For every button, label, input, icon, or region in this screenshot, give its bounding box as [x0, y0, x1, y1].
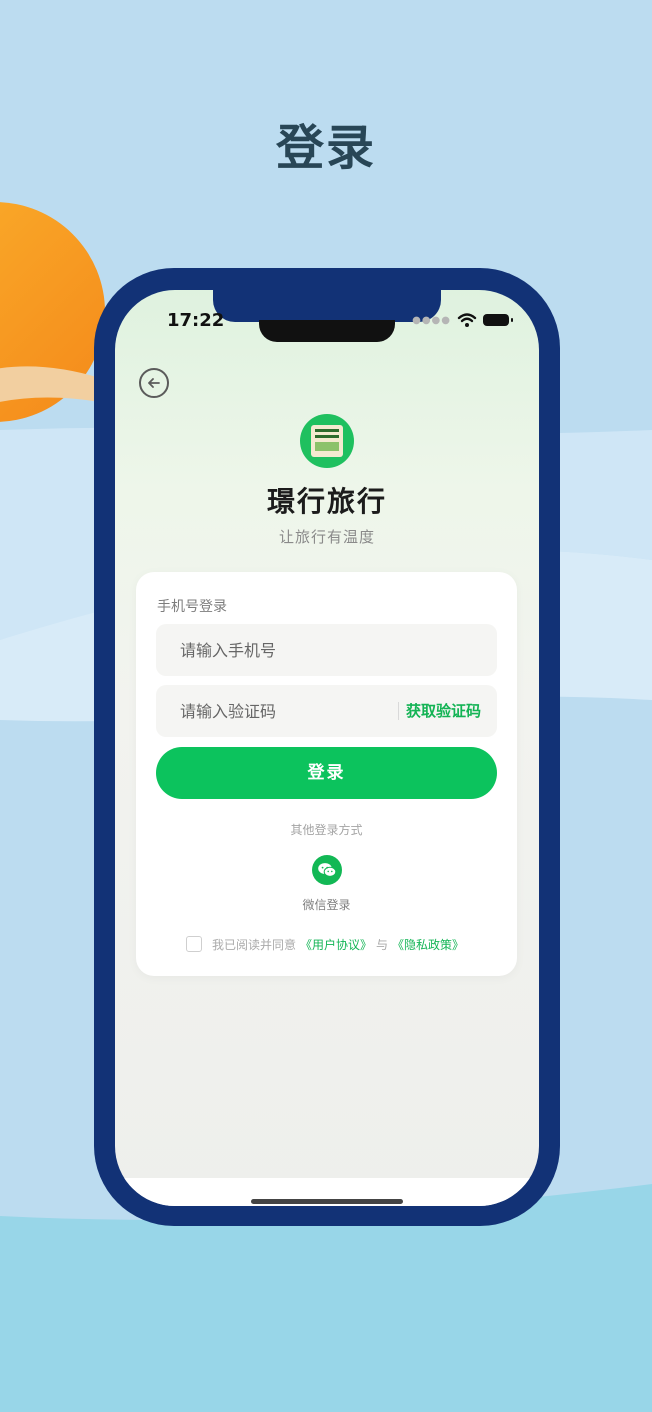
- privacy-policy-link[interactable]: 《隐私政策》: [392, 936, 464, 953]
- back-arrow-icon: [148, 378, 160, 388]
- phone-input[interactable]: [156, 624, 400, 676]
- user-agreement-link[interactable]: 《用户协议》: [300, 936, 372, 953]
- other-login-title: 其他登录方式: [290, 823, 363, 837]
- home-indicator[interactable]: [251, 1199, 403, 1204]
- status-icons: ●●●●: [412, 312, 513, 328]
- code-divider: [398, 702, 399, 720]
- back-button[interactable]: [139, 368, 169, 398]
- app-logo: [300, 414, 354, 468]
- login-button[interactable]: 登录: [156, 747, 497, 799]
- phone-screen: 17:22 ●●●● 璟行旅行 让旅行有温度 手机号登录 获取验证码 登录: [115, 290, 539, 1206]
- signal-icon: ●●●●: [412, 314, 451, 326]
- agreement-connector: 与: [376, 937, 389, 952]
- agreement-checkbox[interactable]: [186, 936, 202, 952]
- status-time: 17:22: [167, 310, 225, 331]
- app-name: 璟行旅行: [266, 485, 387, 518]
- wifi-icon: [457, 313, 477, 327]
- page-title: 登录: [275, 120, 376, 176]
- phone-field: [156, 624, 497, 676]
- get-code-button[interactable]: 获取验证码: [406, 685, 481, 737]
- wechat-login-button[interactable]: [312, 855, 342, 885]
- wechat-login-label: 微信登录: [302, 898, 351, 912]
- agreement-row: 我已阅读并同意 《用户协议》 与 《隐私政策》: [186, 934, 464, 954]
- app-logo-image: [311, 425, 343, 457]
- app-slogan: 让旅行有温度: [278, 528, 375, 546]
- agreement-prefix: 我已阅读并同意: [212, 937, 297, 952]
- verification-code-input[interactable]: [156, 685, 400, 737]
- camera-notch: [259, 320, 395, 342]
- login-card: 手机号登录 获取验证码 登录 其他登录方式 微信登录 我已阅读并同意: [136, 572, 517, 976]
- battery-icon: [483, 314, 513, 326]
- wechat-icon: [318, 863, 337, 877]
- phone-login-label: 手机号登录: [157, 599, 227, 615]
- phone-notch: [213, 290, 441, 322]
- code-field: 获取验证码: [156, 685, 497, 737]
